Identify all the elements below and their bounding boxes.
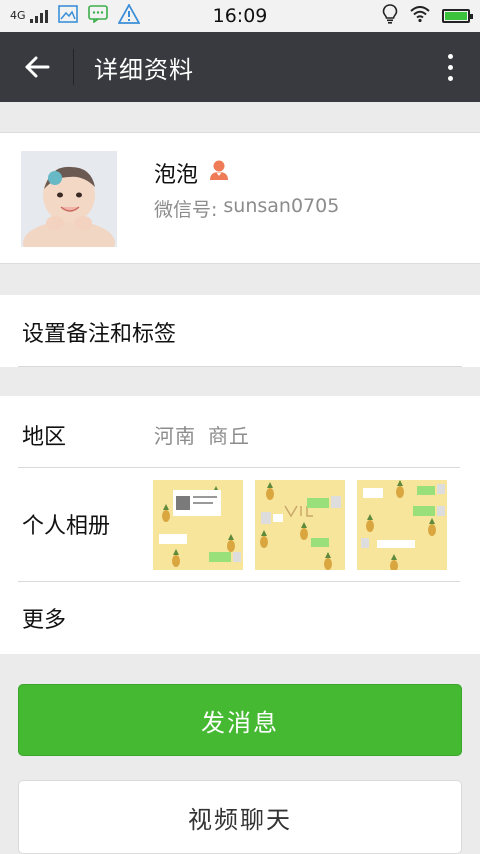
wechat-id-label: 微信号: bbox=[154, 199, 218, 221]
info-section: 地区 河南 商丘 个人相册 更多 bbox=[0, 396, 480, 654]
wifi-icon bbox=[410, 6, 430, 26]
dot bbox=[447, 64, 453, 70]
lightbulb-icon bbox=[382, 4, 398, 28]
signal-icon bbox=[29, 9, 48, 23]
album-label: 个人相册 bbox=[22, 514, 111, 539]
more-menu-button[interactable] bbox=[420, 32, 480, 102]
more-label: 更多 bbox=[22, 608, 67, 633]
page-title: 详细资料 bbox=[94, 55, 194, 84]
more-row[interactable]: 更多 bbox=[0, 582, 480, 654]
network-type: 4G bbox=[10, 8, 26, 22]
set-remark-label: 设置备注和标签 bbox=[22, 322, 177, 347]
region-label: 地区 bbox=[22, 425, 67, 450]
message-notification-icon bbox=[87, 5, 108, 27]
back-button[interactable] bbox=[0, 32, 74, 102]
region-city: 商丘 bbox=[208, 424, 250, 448]
send-message-button[interactable]: 发消息 bbox=[18, 684, 462, 756]
avatar[interactable] bbox=[21, 151, 117, 247]
warning-icon bbox=[117, 3, 141, 28]
dot bbox=[447, 53, 453, 59]
divider bbox=[18, 366, 462, 367]
region-row: 地区 河南 商丘 bbox=[0, 396, 480, 468]
wechat-id-value: sunsan0705 bbox=[223, 195, 340, 217]
gallery-notification-icon bbox=[57, 5, 78, 27]
profile-card: 泡泡 微信号: sunsan0705 bbox=[0, 132, 480, 264]
region-value: 河南 商丘 bbox=[154, 420, 250, 449]
dot bbox=[447, 75, 453, 81]
video-chat-button[interactable]: 视频聊天 bbox=[18, 780, 462, 854]
set-remark-and-tags[interactable]: 设置备注和标签 bbox=[0, 295, 480, 367]
battery-icon bbox=[442, 9, 473, 23]
album-thumbnail[interactable] bbox=[357, 480, 447, 570]
wechat-id-row: 微信号: sunsan0705 bbox=[154, 195, 339, 222]
album-thumbnail[interactable] bbox=[153, 480, 243, 570]
title-bar: 详细资料 bbox=[0, 32, 480, 102]
back-arrow-icon bbox=[25, 56, 50, 78]
contact-name-row: 泡泡 bbox=[154, 157, 230, 189]
album-thumbnail[interactable] bbox=[255, 480, 345, 570]
female-gender-icon bbox=[208, 159, 230, 187]
contact-name: 泡泡 bbox=[154, 163, 199, 188]
status-bar: 4G 16:09 bbox=[0, 0, 480, 32]
region-province: 河南 bbox=[154, 424, 196, 448]
